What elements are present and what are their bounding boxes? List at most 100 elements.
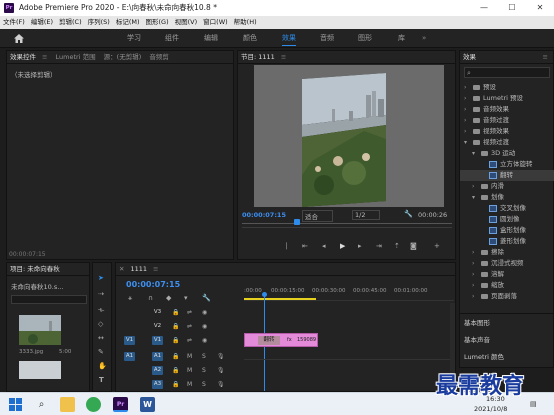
play-button[interactable]: ▶ — [340, 241, 345, 251]
workspace-effects[interactable]: 效果 — [282, 29, 296, 48]
ripple-edit-icon[interactable]: ⟛ — [98, 305, 104, 315]
effects-tree-item[interactable]: 盒形划像 — [460, 225, 554, 236]
timeline-settings-icon[interactable]: 🔧 — [202, 293, 211, 303]
linked-selection-icon[interactable]: ∩ — [148, 293, 153, 303]
effects-tree-item[interactable]: ▾ 3D 运动 — [460, 148, 554, 159]
selection-tool-icon[interactable]: ➤ — [98, 273, 104, 283]
menu-graphics[interactable]: 图形(G) — [143, 16, 172, 29]
sync-icon[interactable]: ⇌ — [187, 308, 192, 318]
source-patch-toggle[interactable]: A1 — [124, 352, 135, 361]
premiere-taskbar-icon[interactable]: Pr — [113, 397, 128, 412]
playhead-handle[interactable] — [262, 292, 267, 297]
pen-tool-icon[interactable]: ✎ — [98, 347, 104, 357]
clip-thumbnail[interactable] — [19, 315, 61, 345]
source-patch-toggle[interactable]: V1 — [124, 336, 135, 345]
razor-tool-icon[interactable]: ◇ — [98, 319, 103, 329]
step-forward-icon[interactable]: ▸ — [358, 241, 362, 251]
workspace-learn[interactable]: 学习 — [127, 29, 141, 48]
add-marker-icon[interactable]: ◆ — [166, 293, 171, 303]
eye-icon[interactable]: ◉ — [202, 336, 207, 346]
transition-label[interactable]: 翻转 — [258, 336, 280, 345]
mark-in-icon[interactable]: ⎹ — [280, 241, 287, 251]
snap-icon[interactable]: ⚹ — [128, 293, 132, 303]
notification-icon[interactable]: ▤ — [530, 399, 537, 409]
sync-icon[interactable]: ⇌ — [187, 336, 192, 346]
lock-icon[interactable]: 🔒 — [172, 308, 179, 318]
effects-tree-item[interactable]: › 缩放 — [460, 280, 554, 291]
track-label[interactable]: V1 — [152, 336, 163, 345]
track-label[interactable]: A3 — [152, 380, 163, 389]
effects-tree-item[interactable]: › Lumetri 预设 — [460, 93, 554, 104]
tab-source[interactable]: 源：(无剪辑) — [101, 51, 145, 63]
tab-lumetri-scopes[interactable]: Lumetri 范围 — [53, 51, 99, 63]
maximize-button[interactable]: ☐ — [498, 0, 526, 16]
tab-sequence[interactable]: 1111 — [127, 263, 150, 275]
effects-search-input[interactable]: ⌕ — [464, 67, 550, 78]
mute-icon[interactable]: M — [187, 352, 192, 362]
windows-start-icon[interactable] — [8, 397, 23, 412]
tab-effects[interactable]: 效果 — [460, 51, 479, 63]
project-search-input[interactable] — [11, 295, 87, 304]
track-label[interactable]: A1 — [152, 352, 163, 361]
hand-tool-icon[interactable]: ✋ — [98, 361, 107, 371]
sync-icon[interactable]: ⇌ — [187, 322, 192, 332]
timeline-clip[interactable]: 翻转 fx 159089 — [244, 333, 318, 347]
effects-tree-item[interactable]: ▾ 视频过渡 — [460, 137, 554, 148]
solo-icon[interactable]: S — [202, 366, 206, 376]
step-back-icon[interactable]: ◂ — [322, 241, 326, 251]
workspace-color[interactable]: 颜色 — [243, 29, 257, 48]
workspace-more-icon[interactable]: » — [422, 29, 426, 48]
workspace-libraries[interactable]: 库 — [398, 29, 405, 48]
effects-tree-item[interactable]: ▾ 划像 — [460, 192, 554, 203]
eye-icon[interactable]: ◉ — [202, 308, 207, 318]
effects-tree-item[interactable]: › 页面剥落 — [460, 291, 554, 302]
lock-icon[interactable]: 🔒 — [172, 366, 179, 376]
effects-tree-item[interactable]: › 溶解 — [460, 269, 554, 280]
menu-window[interactable]: 窗口(W) — [200, 16, 231, 29]
effects-tree-item[interactable]: › 预设 — [460, 82, 554, 93]
workspace-editing[interactable]: 编辑 — [204, 29, 218, 48]
slip-tool-icon[interactable]: ↔ — [98, 333, 104, 343]
menu-view[interactable]: 视图(V) — [172, 16, 201, 29]
lock-icon[interactable]: 🔒 — [172, 380, 179, 390]
minimize-button[interactable]: — — [470, 0, 498, 16]
solo-icon[interactable]: S — [202, 352, 206, 362]
tab-audio-mixer[interactable]: 音频剪 — [146, 51, 172, 63]
mic-icon[interactable]: 🎙 — [217, 366, 225, 376]
mute-icon[interactable]: M — [187, 380, 192, 390]
effects-tree-item[interactable]: › 内滑 — [460, 181, 554, 192]
effects-tree-item[interactable]: 圆划像 — [460, 214, 554, 225]
solo-icon[interactable]: S — [202, 380, 206, 390]
resolution-dropdown[interactable]: 1/2 — [352, 210, 381, 220]
mute-icon[interactable]: M — [187, 366, 192, 376]
tab-project[interactable]: 项目: 未命向春秋 — [7, 263, 63, 275]
menu-help[interactable]: 帮助(H) — [231, 16, 260, 29]
close-button[interactable]: ✕ — [526, 0, 554, 16]
tab-program[interactable]: 节目: 1111 — [238, 51, 278, 63]
lock-icon[interactable]: 🔒 — [172, 336, 179, 346]
file-explorer-icon[interactable] — [60, 397, 75, 412]
clip-thumbnail-2[interactable] — [19, 361, 61, 379]
workspace-graphics[interactable]: 图形 — [358, 29, 372, 48]
track-label[interactable]: A2 — [152, 366, 163, 375]
effects-tree-item[interactable]: › 音频效果 — [460, 104, 554, 115]
menu-sequence[interactable]: 序列(S) — [85, 16, 113, 29]
section-lumetri-color[interactable]: Lumetri 颜色 — [464, 351, 504, 361]
workspace-audio[interactable]: 音频 — [320, 29, 334, 48]
add-button-icon[interactable]: + — [434, 241, 440, 251]
tab-effect-controls[interactable]: 效果控件 — [7, 51, 39, 63]
workspace-assembly[interactable]: 组件 — [165, 29, 179, 48]
home-icon[interactable] — [14, 34, 24, 43]
effects-tree-item[interactable]: 立方体旋转 — [460, 159, 554, 170]
menu-marker[interactable]: 标记(M) — [113, 16, 143, 29]
menu-edit[interactable]: 编辑(E) — [28, 16, 56, 29]
timeline-ruler[interactable]: :00:00 00:00:15:00 00:00:30:00 00:00:45:… — [244, 281, 454, 301]
playback-scrubber[interactable] — [242, 223, 452, 224]
effects-tree-item[interactable]: › 擦除 — [460, 247, 554, 258]
menu-clip[interactable]: 剪辑(C) — [56, 16, 85, 29]
lock-icon[interactable]: 🔒 — [172, 352, 179, 362]
eye-icon[interactable]: ◉ — [202, 322, 207, 332]
track-label[interactable]: V2 — [152, 322, 163, 331]
section-essential-sound[interactable]: 基本声音 — [464, 334, 490, 344]
marker-icon[interactable]: ▾ — [184, 293, 188, 303]
